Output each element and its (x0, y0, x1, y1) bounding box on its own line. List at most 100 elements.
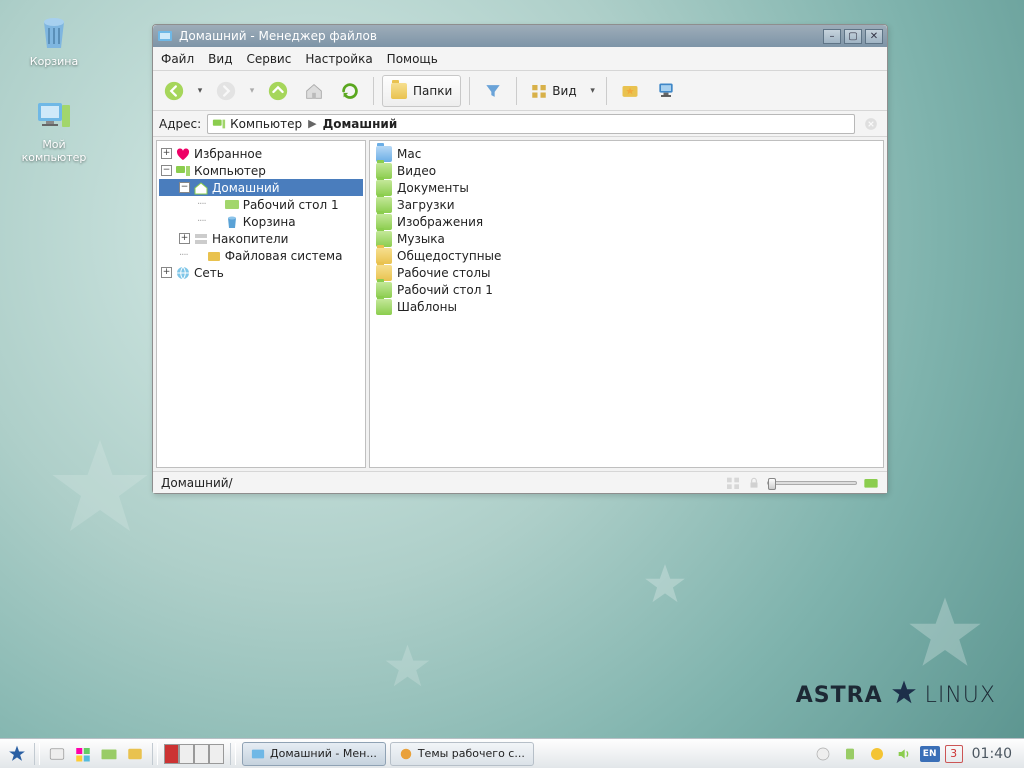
system-tray: EN 3 01:40 (812, 743, 1018, 765)
tree-item[interactable]: −Компьютер (159, 162, 363, 179)
launcher-desktop[interactable] (98, 743, 120, 765)
tray-clock[interactable]: 01:40 (972, 746, 1012, 762)
launcher-terminal[interactable] (46, 743, 68, 765)
folders-toggle[interactable]: Папки (382, 75, 461, 107)
computer-icon (34, 95, 74, 135)
breadcrumb-computer[interactable]: Компьютер (212, 117, 302, 131)
collapse-icon[interactable]: − (161, 165, 172, 176)
address-field[interactable]: Компьютер ▶ Домашний (207, 114, 855, 134)
zoom-out-icon[interactable] (725, 475, 741, 491)
file-list[interactable]: Mac Видео Документы Загрузки Изображения Музы… (369, 140, 884, 468)
zoom-slider[interactable] (767, 481, 857, 485)
breadcrumb-home[interactable]: Домашний (323, 117, 398, 131)
status-path: Домашний/ (161, 476, 233, 490)
file-item-label: Документы (397, 181, 469, 195)
tree-item[interactable]: + Сеть (159, 264, 363, 281)
star-icon (889, 678, 919, 708)
tree-item-label: Рабочий стол 1 (243, 198, 339, 212)
zoom-in-icon[interactable] (863, 475, 879, 491)
tray-network-icon[interactable] (866, 743, 888, 765)
taskbar-task-filemanager[interactable]: Домашний - Мен... (242, 742, 386, 766)
desktop-icon-trash[interactable]: Корзина (14, 12, 94, 68)
tree-item[interactable]: +Накопители (159, 230, 363, 247)
close-button[interactable]: ✕ (865, 29, 883, 44)
computer-icon (212, 117, 226, 131)
up-button[interactable] (263, 76, 293, 106)
tray-workspace-indicator[interactable]: 3 (945, 745, 963, 763)
file-manager-window: Домашний - Менеджер файлов – ▢ ✕ Файл Ви… (152, 24, 888, 494)
address-clear-button[interactable] (861, 114, 881, 134)
file-item[interactable]: Mac (374, 145, 879, 162)
tree-item[interactable]: ····Рабочий стол 1 (159, 196, 363, 213)
tray-usb-icon[interactable] (839, 743, 861, 765)
file-item[interactable]: Общедоступные (374, 247, 879, 264)
file-item[interactable]: Видео (374, 162, 879, 179)
statusbar: Домашний/ (153, 471, 887, 493)
drives-icon (193, 231, 209, 247)
maximize-button[interactable]: ▢ (844, 29, 862, 44)
file-item-label: Видео (397, 164, 436, 178)
file-item-label: Шаблоны (397, 300, 457, 314)
back-button[interactable] (159, 76, 189, 106)
tree-item-label: Корзина (243, 215, 296, 229)
desktop-icon-computer[interactable]: Мой компьютер (14, 95, 94, 164)
pc-icon (175, 163, 191, 179)
tree-spacer (210, 216, 221, 227)
tree-item[interactable]: ····Файловая система (159, 247, 363, 264)
tree-item-label: Сеть (194, 266, 224, 280)
file-item[interactable]: Документы (374, 179, 879, 196)
folder-icon (376, 299, 392, 315)
file-item-label: Рабочие столы (397, 266, 491, 280)
file-item[interactable]: Изображения (374, 213, 879, 230)
file-item-label: Рабочий стол 1 (397, 283, 493, 297)
file-item-label: Изображения (397, 215, 483, 229)
menu-file[interactable]: Файл (161, 52, 194, 66)
taskbar-task-themes[interactable]: Темы рабочего с... (390, 742, 534, 766)
file-item[interactable]: Рабочий стол 1 (374, 281, 879, 298)
view-mode-dropdown[interactable]: ▾ (588, 86, 598, 96)
file-item-label: Загрузки (397, 198, 455, 212)
forward-history-dropdown[interactable]: ▾ (247, 86, 257, 96)
expand-icon[interactable]: + (179, 233, 190, 244)
home-icon (193, 180, 209, 196)
tree-item-label: Домашний (212, 181, 280, 195)
tree-item[interactable]: − Домашний (159, 179, 363, 196)
file-item[interactable]: Музыка (374, 230, 879, 247)
file-item-label: Музыка (397, 232, 445, 246)
launcher-files[interactable] (72, 743, 94, 765)
tray-updates-icon[interactable] (812, 743, 834, 765)
menu-settings[interactable]: Настройка (305, 52, 372, 66)
menu-help[interactable]: Помощь (387, 52, 438, 66)
file-item-label: Общедоступные (397, 249, 501, 263)
minimize-button[interactable]: – (823, 29, 841, 44)
file-item[interactable]: Шаблоны (374, 298, 879, 315)
launcher-browser[interactable] (124, 743, 146, 765)
tray-keyboard-layout[interactable]: EN (920, 746, 940, 762)
tree-item[interactable]: +Избранное (159, 145, 363, 162)
trash-icon (224, 214, 240, 230)
forward-button[interactable] (211, 76, 241, 106)
expand-icon[interactable]: + (161, 148, 172, 159)
desktop-icon-label: Корзина (14, 55, 94, 68)
expand-icon[interactable]: + (161, 267, 172, 278)
start-button[interactable] (6, 743, 28, 765)
titlebar[interactable]: Домашний - Менеджер файлов – ▢ ✕ (153, 25, 887, 47)
tray-volume-icon[interactable] (893, 743, 915, 765)
back-history-dropdown[interactable]: ▾ (195, 86, 205, 96)
lock-icon[interactable] (747, 476, 761, 490)
menu-service[interactable]: Сервис (246, 52, 291, 66)
view-mode-button[interactable]: Вид (525, 76, 581, 106)
file-item[interactable]: Загрузки (374, 196, 879, 213)
tree-item[interactable]: ····Корзина (159, 213, 363, 230)
filter-button[interactable] (478, 76, 508, 106)
favorites-button[interactable] (615, 76, 645, 106)
collapse-icon[interactable]: − (179, 182, 190, 193)
fs-icon (206, 248, 222, 264)
workspace-pager[interactable] (164, 744, 224, 764)
network-button[interactable] (651, 76, 681, 106)
reload-button[interactable] (335, 76, 365, 106)
file-item[interactable]: Рабочие столы (374, 264, 879, 281)
menu-view[interactable]: Вид (208, 52, 232, 66)
folder-tree[interactable]: +Избранное−Компьютер−Домашний····Рабочий… (156, 140, 366, 468)
home-button[interactable] (299, 76, 329, 106)
